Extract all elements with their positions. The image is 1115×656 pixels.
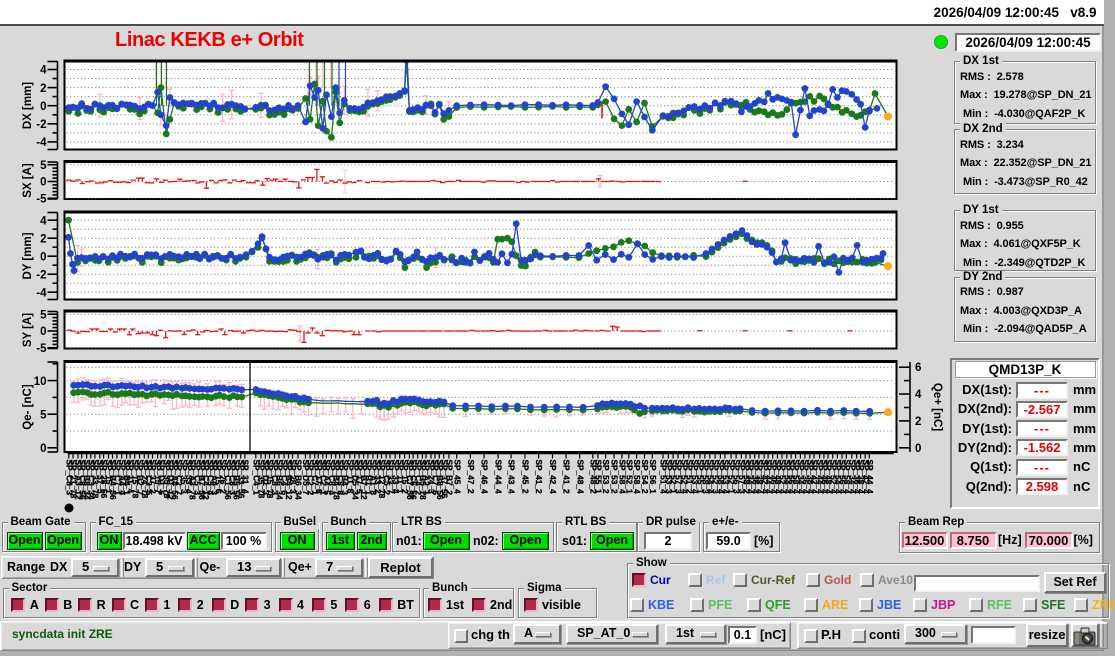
svg-text:5: 5 (40, 409, 47, 421)
svg-text:0: 0 (40, 251, 46, 263)
svg-text:SP_45_4: SP_45_4 (452, 460, 462, 495)
svg-text:SP_44_4: SP_44_4 (865, 460, 875, 495)
svg-text:6: 6 (915, 362, 921, 374)
svg-text:2: 2 (40, 233, 46, 245)
svg-text:0: 0 (40, 177, 46, 189)
svg-text:5: 5 (40, 309, 47, 321)
svg-text:DX [mm]: DX [mm] (22, 82, 34, 129)
svg-text:SP_48_4: SP_48_4 (575, 460, 585, 495)
svg-text:SP_56_1: SP_56_1 (648, 460, 658, 495)
svg-text:0: 0 (40, 101, 46, 113)
svg-text:SP_45_2: SP_45_2 (521, 460, 531, 495)
svg-text:10: 10 (34, 376, 47, 388)
svg-text:2: 2 (40, 83, 46, 95)
svg-text:-4: -4 (36, 287, 47, 299)
svg-text:4: 4 (40, 215, 47, 227)
svg-text:4: 4 (40, 65, 47, 77)
svg-text:0: 0 (915, 443, 921, 455)
svg-text:-5: -5 (36, 194, 47, 206)
svg-text:SP_42_4: SP_42_4 (548, 460, 558, 495)
svg-text:-2: -2 (36, 269, 46, 281)
svg-text:2: 2 (915, 416, 921, 428)
svg-text:SP_41_2: SP_41_2 (534, 460, 544, 495)
svg-text:SP_44_4: SP_44_4 (494, 460, 504, 495)
svg-text:SX [A]: SX [A] (22, 163, 34, 198)
svg-text:SP_53_2: SP_53_2 (601, 460, 611, 495)
svg-text:SP_43_4: SP_43_4 (507, 460, 517, 495)
svg-text:0: 0 (40, 443, 46, 455)
svg-text:DY [mm]: DY [mm] (22, 232, 34, 279)
svg-text:0: 0 (40, 326, 46, 338)
svg-text:4: 4 (915, 389, 922, 401)
svg-text:SP_47_2: SP_47_2 (466, 460, 476, 495)
svg-text:-4: -4 (36, 137, 47, 149)
svg-text:Qe- [nC]: Qe- [nC] (22, 384, 34, 430)
svg-text:SY [A]: SY [A] (22, 313, 34, 347)
svg-text:-2: -2 (36, 119, 46, 131)
svg-text:Qe+ [nC]: Qe+ [nC] (931, 383, 943, 431)
svg-text:-5: -5 (36, 343, 47, 355)
svg-text:SP_41_2: SP_41_2 (562, 460, 572, 495)
svg-text:5: 5 (40, 160, 47, 172)
svg-text:SP_31_4: SP_31_4 (241, 460, 251, 495)
svg-text:SP_46_4: SP_46_4 (480, 460, 490, 495)
